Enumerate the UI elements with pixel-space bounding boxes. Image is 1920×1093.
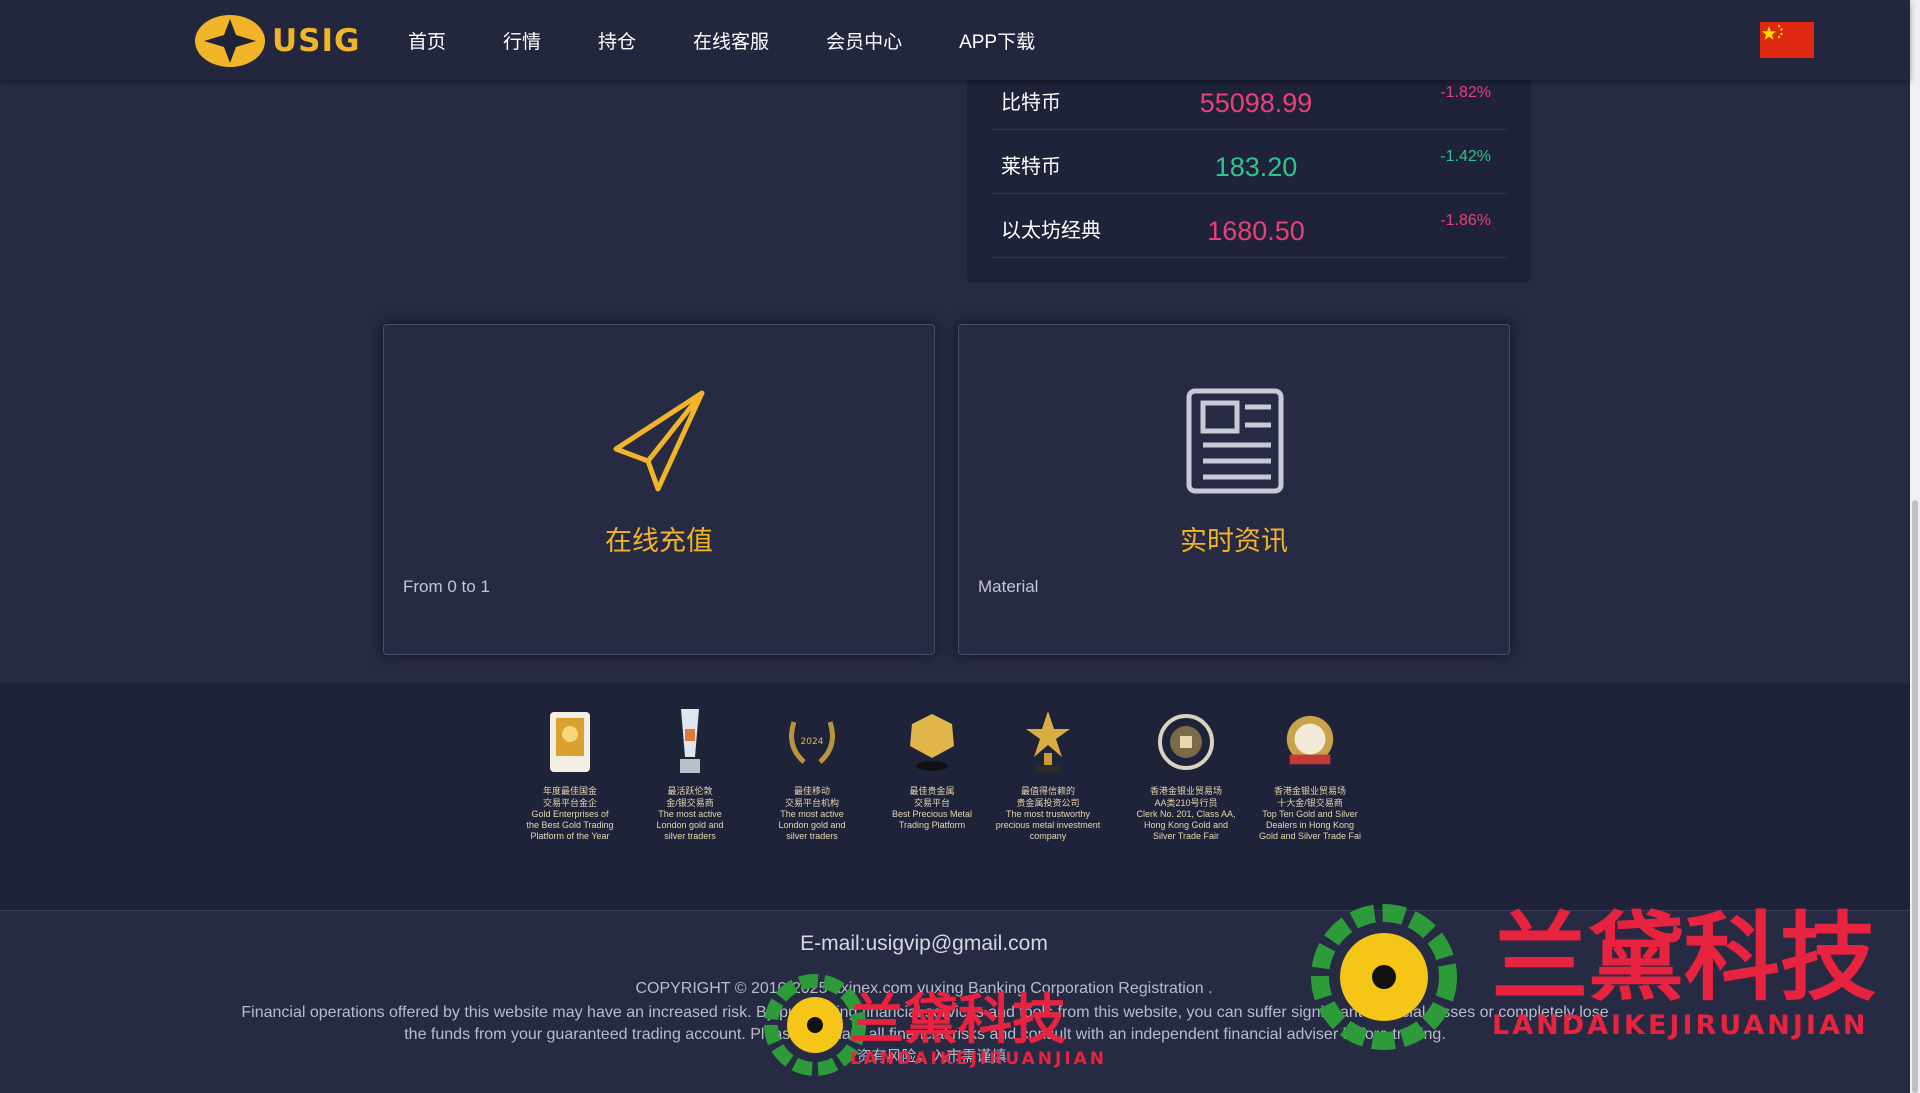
watermark-sub: LANDAIKEJIRUANJIAN [1492,1009,1869,1041]
awards-strip: 年度最佳国金 交易平台金企 Gold Enterprises of the Be… [0,683,1910,911]
award-cn-text: 最佳贵金属 交易平台 [909,786,955,808]
realtime-news-card[interactable]: 实时资讯 Material [958,324,1510,655]
award-cn-text: 香港金银业贸易场 十大金/银交易商 [1273,786,1346,808]
gold-plaque-icon [540,707,600,777]
ticker-price: 183.20 [1214,152,1298,182]
laurel-wreath-icon: 2024 [782,707,842,777]
ticker-row-ltc[interactable]: 莱特币 183.20 -1.42% [991,130,1507,194]
card-title: 在线充值 [605,526,713,556]
award-cn-text: 最值得信赖的 贵金属投资公司 [1016,786,1080,808]
newspaper-icon [1179,385,1289,495]
top-navbar: USIG 首页 行情 持仓 在线客服 会员中心 APP下载 [0,0,1910,80]
watermark-text: 兰黛科技 [850,988,1066,1051]
paper-plane-icon [604,385,714,495]
ticker-row-etc[interactable]: 以太坊经典 1680.50 -1.86% [991,194,1507,258]
award-en-text: The most trustworthy precious metal inve… [995,809,1101,841]
nav-positions[interactable]: 持仓 [598,27,636,54]
nav-member-center[interactable]: 会员中心 [826,27,902,54]
award-en-text: The most active London gold and silver t… [656,809,724,841]
main-nav: 首页 行情 持仓 在线客服 会员中心 APP下载 [408,0,1092,80]
award-en-text: Clerk No. 201, Class AA, Hong Kong Gold … [1136,809,1236,841]
card-title: 实时资讯 [1180,526,1288,556]
logo-star-icon [194,14,266,68]
china-flag-icon[interactable] [1760,22,1814,58]
watermark-text: 兰黛科技 [1492,901,1876,1014]
ticker-change: -1.82% [1440,84,1491,101]
gold-medal-icon [902,707,962,777]
award-en-text: Gold Enterprises of the Best Gold Tradin… [526,809,614,841]
scrollbar-thumb[interactable] [1912,500,1918,1093]
nav-online-service[interactable]: 在线客服 [693,27,769,54]
ticker-change: -1.42% [1440,148,1491,165]
award-item: 年度最佳国金 交易平台金企 Gold Enterprises of the Be… [508,707,632,842]
crystal-trophy-icon [660,707,720,777]
award-cn-text: 最活跃伦敦 金/银交易商 [666,786,714,808]
award-item: 最佳贵金属 交易平台 Best Precious Metal Trading P… [870,707,994,831]
award-item: 香港金银业贸易场 AA类210号行员 Clerk No. 201, Class … [1124,707,1248,842]
usig-logo[interactable]: USIG [194,14,360,68]
award-cn-text: 年度最佳国金 交易平台金企 [542,786,597,808]
svg-text:2024: 2024 [801,737,824,747]
award-item: 香港金银业贸易场 十大金/银交易商 Top Ten Gold and Silve… [1248,707,1372,842]
red-seal-badge-icon [1280,707,1340,777]
nav-home[interactable]: 首页 [408,27,446,54]
card-subtitle: From 0 to 1 [403,577,490,596]
watermark-flower-icon [1311,904,1457,1050]
award-cn-text: 香港金银业贸易场 AA类210号行员 [1149,786,1222,808]
award-en-text: The most active London gold and silver t… [778,809,846,841]
ticker-name: 以太坊经典 [1001,220,1101,242]
nav-market[interactable]: 行情 [503,27,541,54]
award-en-text: Best Precious Metal Trading Platform [891,809,973,830]
award-item: 最值得信赖的 贵金属投资公司 The most trustworthy prec… [986,707,1110,842]
star-trophy-icon [1018,707,1078,777]
online-recharge-card[interactable]: 在线充值 From 0 to 1 [383,324,935,655]
ticker-price: 1680.50 [1207,216,1305,246]
ticker-name: 比特币 [1001,92,1061,114]
award-cn-text: 最佳移动 交易平台机构 [784,786,839,808]
watermark-small: 兰黛科技 LANDAIKEJIRUANJIAN [760,970,1107,1080]
logo-text: USIG [272,23,361,59]
award-item: 2024 最佳移动 交易平台机构 The most active London … [750,707,874,842]
card-subtitle: Material [978,577,1039,596]
watermark-large: 兰黛科技 LANDAIKEJIRUANJIAN [1296,902,1876,1052]
exchange-seal-icon [1156,707,1216,777]
award-en-text: Top Ten Gold and Silver Dealers in Hong … [1258,809,1362,841]
ticker-price: 55098.99 [1199,88,1313,118]
award-item: 最活跃伦敦 金/银交易商 The most active London gold… [628,707,752,842]
ticker-name: 莱特币 [1001,156,1061,178]
watermark-sub: LANDAIKEJIRUANJIAN [850,1049,1108,1069]
page-scrollbar[interactable] [1910,0,1920,1093]
ticker-change: -1.86% [1440,212,1491,229]
nav-app-download[interactable]: APP下载 [959,27,1035,54]
